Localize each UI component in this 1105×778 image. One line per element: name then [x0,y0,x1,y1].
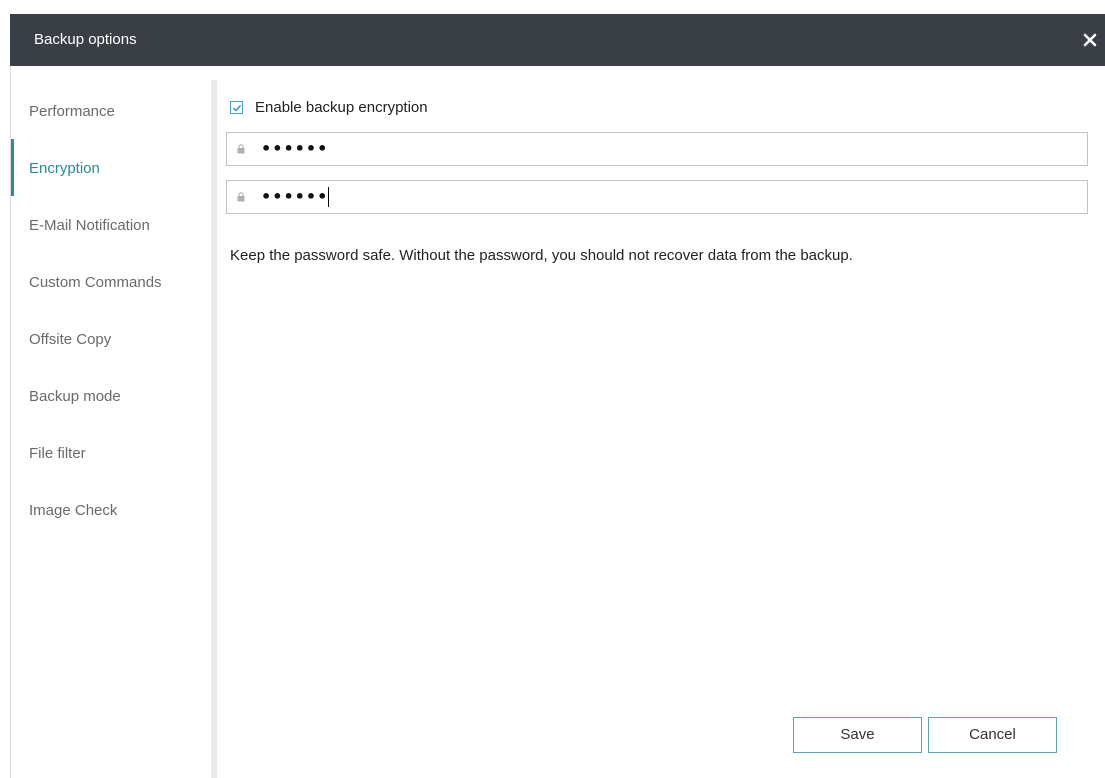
password-info-text: Keep the password safe. Without the pass… [230,247,853,264]
sidebar-item-label: Custom Commands [29,274,162,291]
sidebar-item-offsite-copy[interactable]: Offsite Copy [11,310,211,367]
dialog-title: Backup options [34,31,137,48]
sidebar-item-file-filter[interactable]: File filter [11,424,211,481]
enable-encryption-label: Enable backup encryption [255,99,428,116]
lock-icon [237,192,245,202]
checkmark-icon [232,104,242,112]
sidebar-item-encryption[interactable]: Encryption [11,139,211,196]
sidebar-item-custom-commands[interactable]: Custom Commands [11,253,211,310]
encryption-panel: Enable backup encryption •••••• •••••• K… [217,66,1105,778]
title-bar: Backup options [10,14,1105,66]
sidebar-item-label: Encryption [29,160,100,177]
sidebar-item-email-notification[interactable]: E-Mail Notification [11,196,211,253]
text-caret [328,186,330,207]
sidebar-item-label: File filter [29,445,86,462]
close-icon[interactable] [1077,24,1103,54]
sidebar-item-image-check[interactable]: Image Check [11,481,211,538]
top-strip [0,0,1105,14]
sidebar-item-backup-mode[interactable]: Backup mode [11,367,211,424]
sidebar-nav: Performance Encryption E-Mail Notificati… [11,80,211,778]
sidebar-item-label: Offsite Copy [29,331,112,348]
password-value: •••••• [261,139,329,158]
confirm-password-value-wrap: •••••• [261,186,330,208]
sidebar-item-label: Performance [29,103,115,120]
save-button[interactable]: Save [793,717,922,753]
sidebar-item-performance[interactable]: Performance [11,82,211,139]
password-field[interactable]: •••••• [226,132,1088,166]
cancel-button[interactable]: Cancel [928,717,1057,753]
confirm-password-field[interactable]: •••••• [226,180,1088,214]
sidebar-item-label: Backup mode [29,388,121,405]
enable-encryption-checkbox[interactable] [230,101,243,114]
backup-options-dialog: Backup options Performance Encryption E-… [0,0,1105,778]
sidebar-item-label: Image Check [29,502,118,519]
confirm-password-value: •••••• [261,187,329,206]
sidebar-item-label: E-Mail Notification [29,217,150,234]
lock-icon [237,144,245,154]
